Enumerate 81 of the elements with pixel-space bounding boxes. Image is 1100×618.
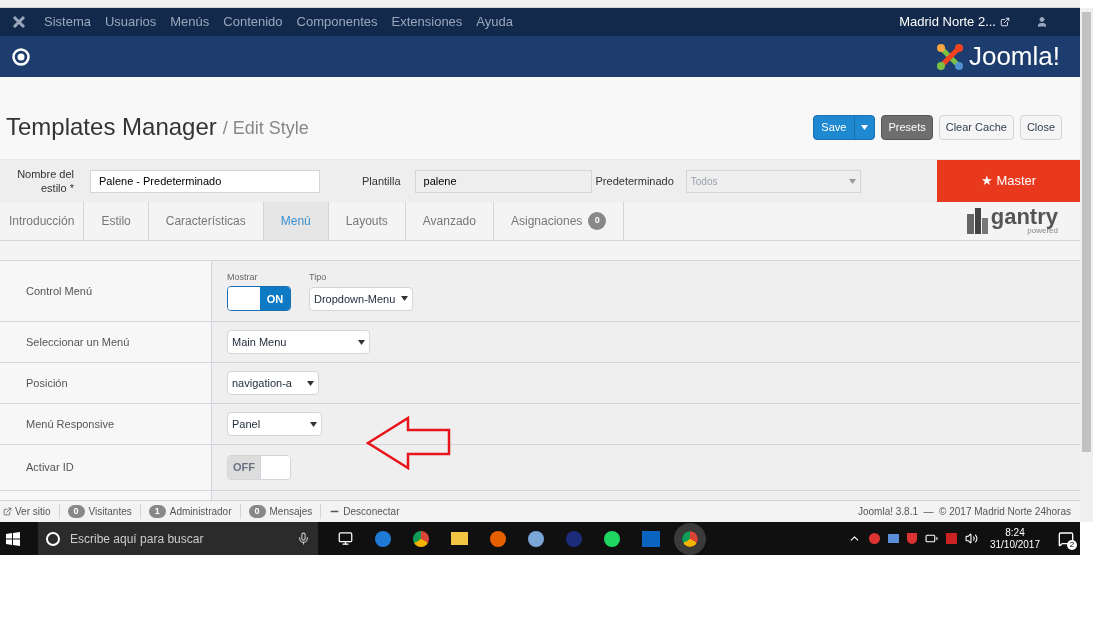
- menu-item[interactable]: Ayuda: [476, 12, 513, 32]
- setting-label: Activar ID: [26, 460, 74, 476]
- footer-text: Joomla! 3.8.1 — © 2017 Madrid Norte 24horas: [857, 505, 1071, 519]
- menu-item[interactable]: Usuarios: [104, 12, 157, 32]
- gantry-logo: gantry: [990, 207, 1058, 227]
- external-link-icon: [3, 507, 12, 516]
- toolbar-button[interactable]: Close: [1019, 114, 1062, 140]
- shield-icon[interactable]: [906, 533, 917, 544]
- dropdown-select[interactable]: navigation-a: [227, 371, 319, 395]
- search-icon: [46, 531, 60, 546]
- menu-item[interactable]: Sistema: [44, 12, 91, 32]
- input-field[interactable]: Palene - Predeterminado: [90, 169, 320, 193]
- microphone-icon[interactable]: [297, 532, 310, 545]
- page-title: Templates Manager: [6, 112, 217, 142]
- tab[interactable]: Avanzado: [405, 202, 494, 240]
- setting-label: Seleccionar un Menú: [26, 334, 130, 350]
- caret-icon: [401, 296, 409, 302]
- dropdown-select[interactable]: Panel: [227, 412, 322, 436]
- battery-icon[interactable]: [924, 532, 938, 545]
- status-link[interactable]: Mensajes: [269, 504, 313, 519]
- caret-icon: [358, 339, 365, 345]
- external-link-icon: [1000, 17, 1010, 27]
- toggle-switch[interactable]: ON: [227, 286, 291, 312]
- count-badge: 0: [248, 504, 266, 519]
- caret-icon: [307, 380, 314, 386]
- tab[interactable]: Introducción: [0, 202, 85, 240]
- field-label: Plantilla: [362, 173, 401, 189]
- field-label: Predeterminado: [595, 173, 674, 189]
- tray-icon[interactable]: [887, 534, 899, 543]
- menu-item[interactable]: Componentes: [296, 12, 378, 32]
- tray-icon[interactable]: [945, 533, 957, 544]
- toolbar-button[interactable]: Clear Cache: [938, 114, 1014, 140]
- status-link[interactable]: Visitantes: [88, 504, 132, 519]
- gantry-tagline: powered: [1027, 227, 1058, 235]
- toolbar-button[interactable]: Presets: [881, 114, 933, 140]
- status-link[interactable]: Administrador: [169, 504, 232, 519]
- field-label: Tipo: [309, 271, 328, 285]
- status-link[interactable]: Ver sitio: [15, 504, 51, 519]
- tab[interactable]: Asignaciones 0: [493, 202, 625, 240]
- field-label: Mostrar: [227, 270, 259, 284]
- site-link[interactable]: Madrid Norte 2...: [899, 12, 996, 32]
- target-icon: [12, 47, 30, 66]
- joomla-logo-icon: [934, 41, 965, 72]
- count-badge: 0: [588, 212, 607, 230]
- menu-item[interactable]: Menús: [170, 12, 210, 32]
- mail-app-icon[interactable]: [642, 530, 660, 547]
- dropdown-select[interactable]: Dropdown-Menu: [309, 286, 414, 311]
- user-icon[interactable]: [1036, 16, 1048, 28]
- caret-icon: [848, 178, 856, 184]
- dropdown-select[interactable]: Main Menu: [227, 330, 370, 354]
- notification-count: 2: [1067, 539, 1077, 550]
- count-badge: 0: [67, 504, 85, 519]
- task-view-icon[interactable]: [338, 531, 353, 546]
- page-subtitle: / Edit Style: [222, 117, 309, 140]
- music-app-icon[interactable]: [604, 530, 620, 547]
- clock-time: 8:24: [1005, 526, 1025, 539]
- search-field[interactable]: Escribe aquí para buscar: [38, 522, 318, 555]
- field-label: Nombre del estilo *: [16, 167, 74, 195]
- count-badge: 1: [148, 504, 166, 519]
- windows-icon[interactable]: [6, 531, 20, 546]
- input-field: palene: [414, 169, 592, 193]
- joomla-logo: Joomla!: [968, 40, 1060, 73]
- caret-icon: [310, 421, 317, 427]
- save-button[interactable]: Save: [813, 114, 876, 140]
- status-link[interactable]: Desconectar: [343, 504, 400, 519]
- menu-item[interactable]: Extensiones: [391, 12, 463, 32]
- tab[interactable]: Características: [148, 202, 264, 240]
- toggle-switch[interactable]: OFF: [227, 455, 291, 480]
- building-icon: [964, 208, 989, 234]
- setting-label: Control Menú: [26, 283, 93, 299]
- setting-label: Menú Responsive: [26, 416, 115, 432]
- speaker-icon[interactable]: [964, 532, 978, 545]
- notification-icon[interactable]: [1058, 530, 1074, 547]
- clock-date: 31/10/2017: [989, 538, 1040, 551]
- tab[interactable]: Layouts: [328, 202, 406, 240]
- tray-icon[interactable]: [868, 533, 880, 544]
- menu-item[interactable]: Contenido: [223, 12, 283, 32]
- scrollbar-thumb[interactable]: [1082, 12, 1091, 452]
- setting-label: Posición: [26, 375, 68, 391]
- tab[interactable]: Estilo: [84, 202, 149, 240]
- master-banner[interactable]: ★ Master: [937, 160, 1080, 202]
